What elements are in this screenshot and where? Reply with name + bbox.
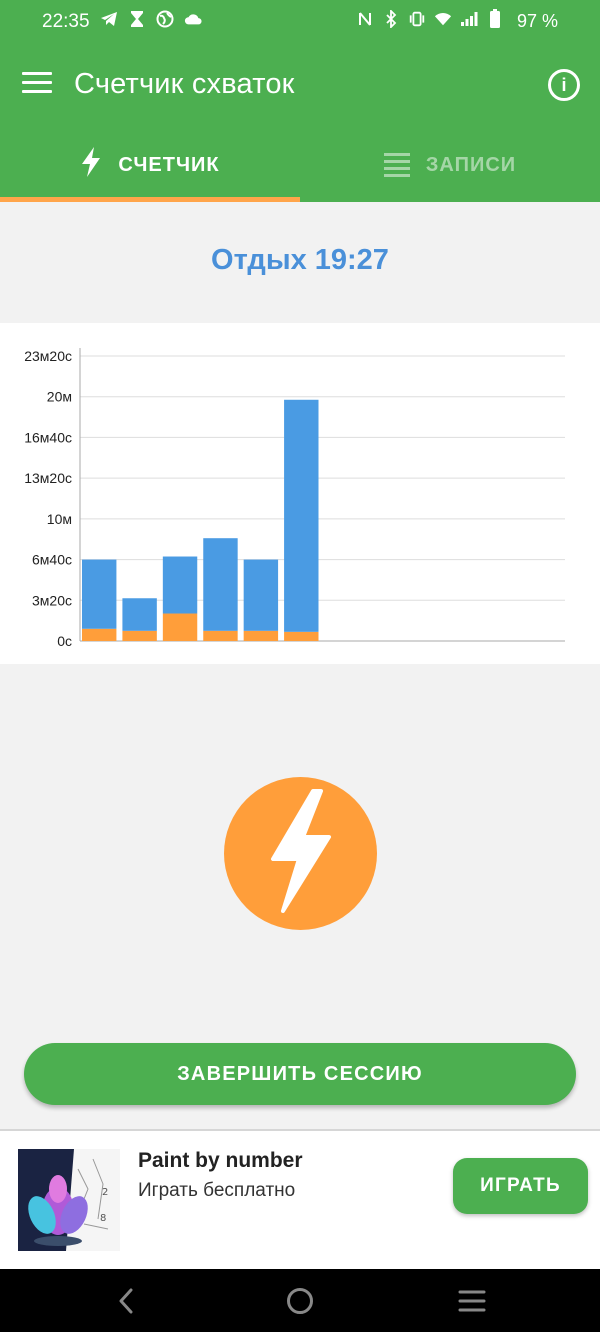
bar-segment-contraction	[82, 628, 117, 641]
bar-segment-interval	[122, 598, 157, 631]
y-tick-label: 3м20с	[32, 592, 72, 608]
signal-icon	[460, 10, 478, 28]
lotus-paint-app-icon[interactable]: 2 8	[18, 1149, 120, 1251]
ad-play-button[interactable]: ИГРАТЬ	[453, 1158, 588, 1214]
ad-title: Paint by number	[138, 1149, 303, 1172]
status-bar: 22:35 97 %	[0, 0, 600, 44]
nfc-icon	[356, 10, 374, 28]
bar-segment-contraction	[243, 630, 279, 641]
contraction-toggle-button[interactable]	[224, 777, 377, 930]
back-icon[interactable]	[108, 1283, 144, 1319]
tab-counter-label: СЧЕТЧИК	[118, 153, 220, 176]
svg-text:2: 2	[102, 1187, 108, 1198]
chart-svg: 0с 3м20с 6м40с 10м 13м20с 16м40с 20м 23м20с	[24, 348, 565, 649]
svg-text:8: 8	[100, 1213, 106, 1224]
bar-segment-contraction	[284, 631, 319, 641]
bar-segment-interval	[162, 556, 198, 614]
contractions-chart: 0с 3м20с 6м40с 10м 13м20с 16м40с 20м 23м20с	[0, 323, 600, 664]
hamburger-menu-icon[interactable]	[22, 72, 52, 96]
tab-counter[interactable]: СЧЕТЧИК	[0, 128, 300, 202]
lightning-icon	[269, 789, 333, 918]
home-icon[interactable]	[282, 1283, 318, 1319]
system-nav-bar	[0, 1269, 600, 1332]
y-tick-label: 20м	[47, 389, 72, 405]
app-bar: Счетчик схваток i	[0, 44, 600, 128]
tab-bar: СЧЕТЧИК ЗАПИСИ	[0, 128, 600, 202]
bar-segment-contraction	[203, 630, 238, 641]
ad-banner[interactable]: 2 8 Paint by number Играть бесплатно ИГР…	[0, 1131, 600, 1269]
bar-segment-interval	[82, 559, 117, 629]
end-session-button[interactable]: ЗАВЕРШИТЬ СЕССИЮ	[24, 1043, 576, 1105]
recents-icon[interactable]	[454, 1283, 490, 1319]
y-tick-label: 6м40с	[32, 552, 72, 568]
list-lines-icon	[383, 149, 410, 181]
tab-records[interactable]: ЗАПИСИ	[300, 128, 600, 202]
y-tick-label: 16м40с	[24, 429, 72, 445]
info-icon[interactable]: i	[548, 69, 580, 101]
bar-segment-interval	[203, 538, 238, 631]
wifi-icon	[434, 10, 452, 28]
bar-segment-contraction	[122, 630, 157, 641]
battery-percentage: 97 %	[516, 11, 558, 31]
telegram-icon	[100, 10, 118, 28]
tab-records-label: ЗАПИСИ	[425, 153, 517, 176]
hourglass-icon	[128, 10, 146, 28]
y-tick-label: 23м20с	[24, 348, 72, 364]
bar-segment-interval	[284, 399, 319, 632]
battery-icon	[486, 9, 504, 28]
ad-subtitle: Играть бесплатно	[138, 1180, 296, 1201]
bar-segment-contraction	[162, 613, 198, 641]
y-tick-label: 13м20с	[24, 470, 72, 486]
y-tick-label: 0с	[57, 633, 72, 649]
tab-indicator	[0, 197, 300, 202]
vibrate-icon	[408, 10, 426, 28]
lightning-icon	[80, 146, 102, 184]
status-time: 22:35	[42, 11, 90, 32]
app-title: Счетчик схваток	[74, 68, 295, 100]
rest-timer: Отдых 19:27	[211, 244, 389, 276]
bar-segment-interval	[243, 559, 279, 631]
cloud-icon	[184, 10, 202, 28]
y-tick-label: 10м	[47, 511, 72, 527]
bluetooth-icon	[382, 10, 400, 28]
globe-icon	[156, 10, 174, 28]
